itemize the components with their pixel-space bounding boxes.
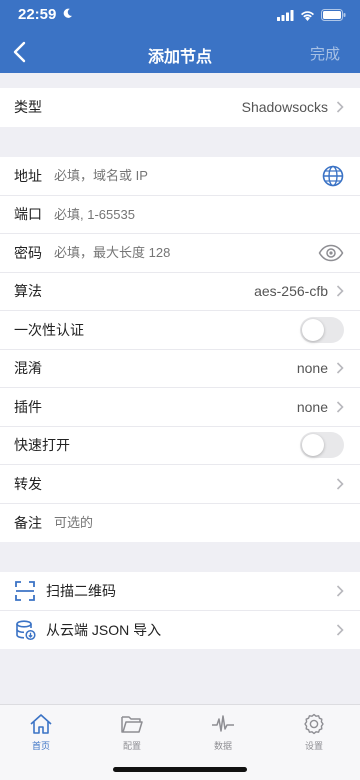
type-row[interactable]: 类型 Shadowsocks [0,88,360,127]
address-input[interactable] [54,168,322,184]
password-row: 密码 [0,234,360,273]
tab-home-label: 首页 [31,741,50,751]
tab-config-label: 配置 [122,741,141,751]
tab-config[interactable]: 配置 [102,713,162,752]
port-input[interactable] [54,206,344,222]
folder-icon [121,716,143,733]
qr-scan-icon [15,580,35,601]
password-label: 密码 [14,244,42,261]
address-row: 地址 [0,157,360,196]
remark-row: 备注 [0,504,360,543]
status-icons [277,9,346,21]
fast-open-row: 快速打开 [0,427,360,465]
port-label: 端口 [14,206,42,223]
chevron-right-icon [336,401,344,413]
chevron-right-icon [336,624,344,636]
toggle-knob [302,434,324,457]
navbar: 添加节点 完成 [0,32,360,73]
chevron-right-icon [336,285,344,297]
status-time: 22:59 [18,6,57,23]
remark-input[interactable] [54,515,344,531]
import-json-label: 从云端 JSON 导入 [46,621,162,638]
plugin-value: none [296,398,328,415]
scan-qr-label: 扫描二维码 [46,582,116,599]
obfs-label: 混淆 [14,360,42,377]
port-row: 端口 [0,196,360,234]
cipher-label: 算法 [14,283,42,300]
pulse-icon [212,715,234,732]
chevron-right-icon [336,101,344,113]
tab-data[interactable]: 数据 [193,713,253,752]
password-input[interactable] [54,245,318,261]
scan-qr-row[interactable]: 扫描二维码 [0,572,360,611]
wifi-icon [301,10,314,21]
toggle-knob [302,318,324,341]
chevron-right-icon [336,362,344,374]
tab-settings-label: 设置 [304,741,323,751]
ota-label: 一次性认证 [14,321,84,338]
globe-icon[interactable] [322,165,344,187]
eye-icon[interactable] [318,244,344,262]
cipher-value: aes-256-cfb [254,283,328,300]
tab-settings[interactable]: 设置 [284,713,344,752]
ota-row: 一次性认证 [0,311,360,350]
tab-home[interactable]: 首页 [11,713,71,752]
home-icon [30,714,52,734]
gear-icon [304,713,324,735]
cloud-database-icon [16,620,36,640]
tab-data-label: 数据 [213,741,232,751]
plugin-row[interactable]: 插件 none [0,388,360,427]
signal-icon [277,9,294,21]
fast-open-label: 快速打开 [14,437,70,454]
status-bar: 22:59 [0,0,360,32]
home-indicator [113,767,247,772]
type-value: Shadowsocks [241,99,328,116]
page-title: 添加节点 [147,49,212,66]
address-label: 地址 [14,167,42,184]
obfs-row[interactable]: 混淆 none [0,350,360,388]
type-group: 类型 Shadowsocks [0,88,360,127]
header: 22:59 添加节点 完成 [0,0,360,73]
chevron-right-icon [336,478,344,490]
remark-label: 备注 [14,514,42,531]
cipher-row[interactable]: 算法 aes-256-cfb [0,273,360,311]
battery-icon [321,9,346,21]
chevron-right-icon [336,585,344,597]
node-form: 地址 端口 密码 算法 aes-256-cfb 一次性认证 混淆 none [0,157,360,542]
moon-icon [63,8,73,18]
import-json-row[interactable]: 从云端 JSON 导入 [0,611,360,650]
actions-group: 扫描二维码 从云端 JSON 导入 [0,572,360,649]
forward-row[interactable]: 转发 [0,465,360,504]
plugin-label: 插件 [14,398,42,415]
obfs-value: none [296,360,328,377]
done-button[interactable]: 完成 [310,43,340,64]
ota-toggle[interactable] [300,316,344,343]
forward-label: 转发 [14,475,42,492]
type-label: 类型 [14,99,42,116]
fast-open-toggle[interactable] [300,432,344,459]
